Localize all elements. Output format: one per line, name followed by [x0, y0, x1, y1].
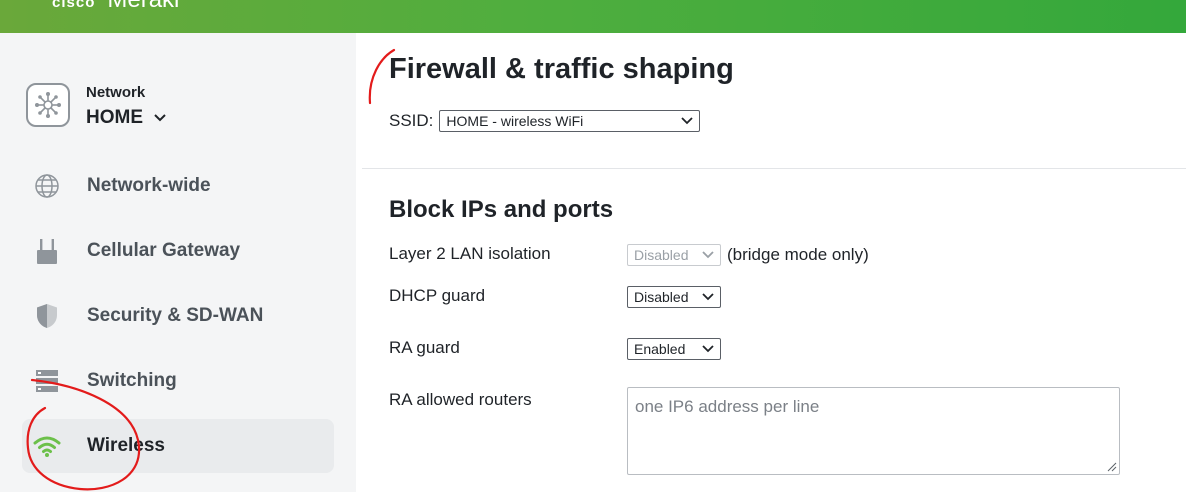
sidebar-item-network-wide[interactable]: Network-wide	[22, 159, 334, 213]
ssid-select-value: HOME - wireless WiFi	[446, 113, 584, 129]
sidebar-item-label: Security & SD-WAN	[87, 305, 264, 326]
section-divider	[362, 168, 1186, 169]
layer2-isolation-select[interactable]: Disabled	[627, 244, 721, 266]
globe-icon	[35, 174, 59, 198]
bridge-mode-note: (bridge mode only)	[727, 245, 869, 264]
dhcp-guard-control: Disabled	[627, 286, 721, 308]
wifi-icon	[33, 436, 61, 457]
network-value: HOME	[86, 107, 143, 128]
ra-guard-select[interactable]: Enabled	[627, 338, 721, 360]
section-title: Block IPs and ports	[389, 196, 614, 223]
layer2-isolation-value: Disabled	[634, 247, 689, 263]
gateway-icon	[37, 239, 57, 264]
dhcp-guard-select[interactable]: Disabled	[627, 286, 721, 308]
cisco-meraki-logo[interactable]: cisco Meraki	[52, 0, 179, 14]
ra-guard-control: Enabled	[627, 338, 721, 360]
network-dropdown[interactable]: HOME	[86, 107, 167, 129]
sidebar-item-label: Network-wide	[87, 175, 211, 196]
network-label: Network	[86, 84, 146, 101]
main-content: Firewall & traffic shaping SSID: HOME - …	[356, 33, 1186, 492]
ssid-row: SSID: HOME - wireless WiFi	[389, 110, 701, 132]
ssid-label: SSID:	[389, 111, 434, 130]
sidebar-item-label: Cellular Gateway	[87, 240, 241, 261]
brand-prefix: cisco	[52, 0, 96, 11]
chevron-down-icon	[702, 251, 714, 259]
ra-allowed-routers-placeholder: one IP6 address per line	[635, 397, 820, 416]
top-header-bar: cisco Meraki	[0, 0, 1186, 33]
layer2-isolation-control: Disabled (bridge mode only)	[627, 244, 869, 266]
sidebar-item-wireless[interactable]: Wireless	[22, 419, 334, 473]
chevron-down-icon	[681, 117, 694, 125]
resize-grip-icon[interactable]	[1107, 462, 1117, 472]
shield-icon	[37, 304, 57, 328]
dhcp-guard-label: DHCP guard	[389, 286, 486, 305]
page-title: Firewall & traffic shaping	[389, 53, 734, 85]
chevron-down-icon	[702, 293, 714, 301]
network-hub-icon	[26, 83, 70, 127]
sidebar: Network HOME Network-wide Cellular Gatew…	[0, 33, 356, 492]
network-selector[interactable]: Network HOME	[26, 83, 326, 131]
chevron-down-icon	[702, 345, 714, 353]
ra-guard-value: Enabled	[634, 341, 686, 357]
sidebar-item-cellular-gateway[interactable]: Cellular Gateway	[22, 224, 334, 278]
brand-name: Meraki	[107, 0, 179, 13]
sidebar-item-label: Switching	[87, 370, 177, 391]
sidebar-item-switching[interactable]: Switching	[22, 354, 334, 408]
chevron-down-icon	[154, 114, 166, 122]
ra-allowed-routers-label: RA allowed routers	[389, 390, 532, 409]
sidebar-item-security-sd-wan[interactable]: Security & SD-WAN	[22, 289, 334, 343]
switch-icon	[36, 370, 58, 392]
ssid-select[interactable]: HOME - wireless WiFi	[439, 110, 701, 132]
sidebar-item-label: Wireless	[87, 435, 165, 456]
ra-allowed-routers-textarea[interactable]: one IP6 address per line	[627, 387, 1120, 475]
dhcp-guard-value: Disabled	[634, 289, 689, 305]
ra-guard-label: RA guard	[389, 338, 460, 357]
layer2-isolation-label: Layer 2 LAN isolation	[389, 244, 551, 263]
